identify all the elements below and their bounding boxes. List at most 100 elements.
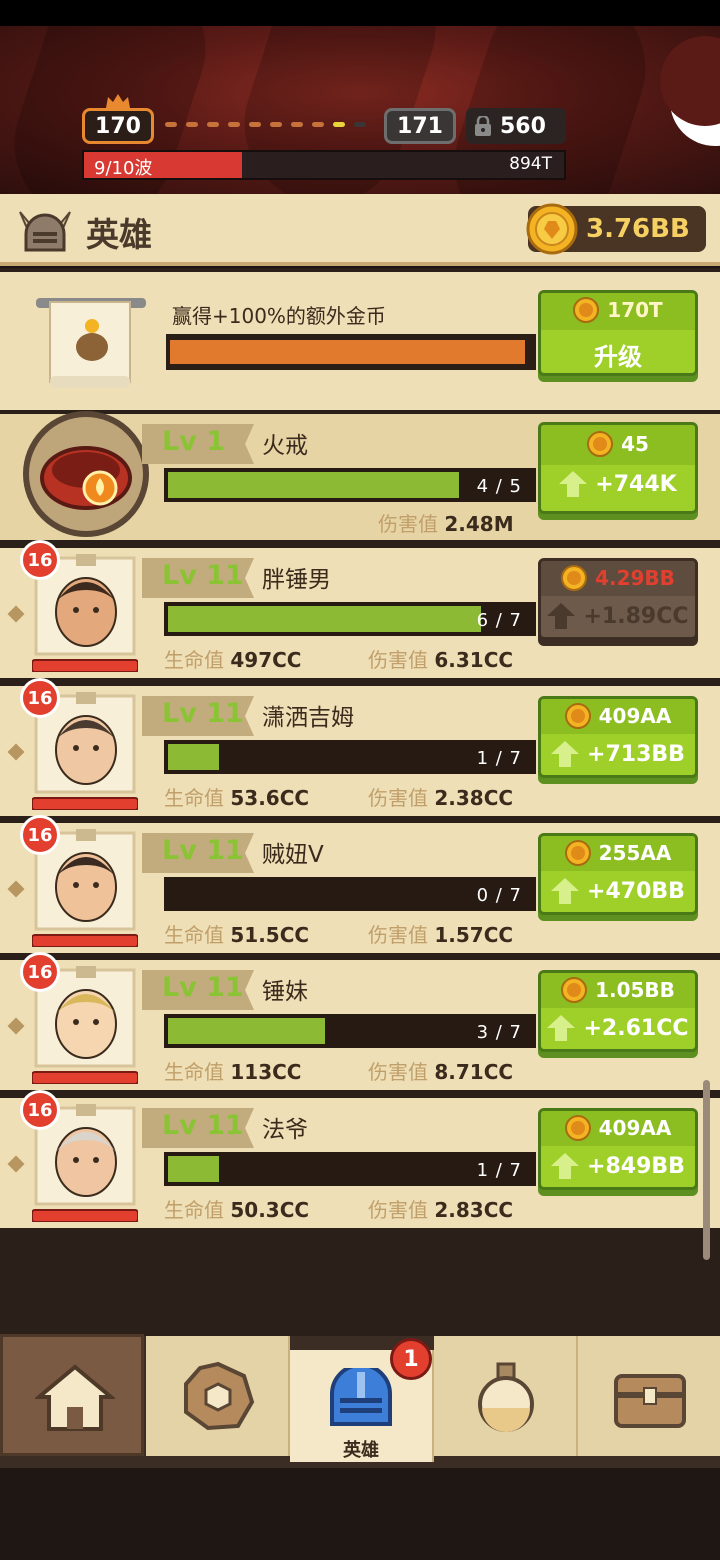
row-marker (7, 605, 25, 623)
list-scrollbar[interactable] (703, 1080, 710, 1260)
nav-heroes[interactable]: 英雄 1 (290, 1338, 434, 1462)
arrow-up-icon (547, 603, 576, 629)
hero-progress-fill (168, 1018, 325, 1044)
hero-progress-fill (168, 744, 219, 770)
hero-level: 11 (206, 1110, 244, 1141)
coin-icon (573, 297, 600, 323)
gold-bonus-row: 赢得+100%的额外金币 170T 升级 (0, 272, 720, 410)
hero-progress-text: 3 / 7 (476, 1022, 522, 1043)
bonus-title: 赢得+100%的额外金币 (172, 304, 386, 328)
arrow-up-icon (547, 1015, 576, 1041)
nav-heroes-label: 英雄 (343, 1440, 379, 1461)
hp-label: 生命值 (164, 923, 224, 947)
hero-damage: 2.38CC (434, 786, 514, 810)
hp-label: 生命值 (164, 1060, 224, 1084)
current-level-value: 170 (95, 113, 141, 139)
coin-icon (564, 703, 591, 729)
hero-progress-fill (168, 1156, 219, 1182)
home-icon (35, 1364, 115, 1431)
hero-upgrade-button[interactable]: 255AA +470BB (538, 833, 698, 915)
hero-row[interactable]: 16 Lv 11 法爷 1 / 7 生命值 50.3CC 伤害值 2.83CC 409AA +… (0, 1090, 720, 1228)
equipment-upgrade-button[interactable]: 45 +744K (538, 422, 698, 514)
hero-level: 11 (206, 560, 244, 591)
coin-icon (587, 431, 614, 457)
equipment-gain: +744K (595, 471, 677, 497)
nav-gear[interactable] (146, 1336, 290, 1456)
nav-chest[interactable] (578, 1336, 720, 1456)
stage-progress-dots (165, 122, 366, 127)
hero-upgrade-cost: 255AA (598, 841, 672, 865)
level-prefix: Lv (162, 835, 197, 866)
hero-level: 11 (206, 698, 244, 729)
hero-hp: 51.5CC (230, 923, 310, 947)
row-marker (7, 1017, 25, 1035)
hero-hp: 113CC (230, 1060, 302, 1084)
arrow-up-icon (551, 741, 580, 767)
hero-name: 胖锤男 (262, 567, 331, 593)
hp-label: 生命值 (164, 786, 224, 810)
hero-upgrade-button[interactable]: 409AA +713BB (538, 696, 698, 778)
row-marker (7, 743, 25, 761)
hero-progress-bar: 1 / 7 (164, 740, 536, 774)
locked-level-box[interactable]: 560 (466, 108, 566, 144)
hero-rank-badge: 16 (20, 540, 60, 580)
hero-name: 锤妹 (262, 979, 308, 1005)
hero-progress-fill (168, 606, 481, 632)
bottom-nav: 英雄 1 (0, 1334, 720, 1468)
hero-damage: 1.57CC (434, 923, 514, 947)
gear-icon (184, 1362, 255, 1431)
hero-upgrade-button[interactable]: 409AA +849BB (538, 1108, 698, 1190)
damage-label: 伤害值 (368, 786, 428, 810)
hero-upgrade-button[interactable]: 1.05BB +2.61CC (538, 970, 698, 1052)
hero-row[interactable]: 16 Lv 11 贼妞V 0 / 7 生命值 51.5CC 伤害值 1.57CC 255AA… (0, 815, 720, 953)
hero-row[interactable]: 16 Lv 11 潇洒吉姆 1 / 7 生命值 53.6CC 伤害值 2.38CC 409A… (0, 678, 720, 816)
damage-label: 伤害值 (378, 512, 438, 536)
next-level-box[interactable]: 171 (384, 108, 456, 144)
arrow-up-icon (551, 878, 580, 904)
damage-label: 伤害值 (368, 1060, 428, 1084)
hero-upgrade-cost: 1.05BB (595, 978, 675, 1002)
hero-progress-text: 1 / 7 (476, 1160, 522, 1181)
hero-damage: 8.71CC (434, 1060, 514, 1084)
hero-upgrade-cost: 409AA (598, 1116, 672, 1140)
bonus-progress-bar (166, 334, 536, 370)
hero-progress-bar: 3 / 7 (164, 1014, 536, 1048)
hero-name: 贼妞V (262, 842, 324, 868)
hero-hp: 497CC (230, 648, 302, 672)
hero-upgrade-gain: +2.61CC (583, 1015, 689, 1041)
bonus-progress-fill (170, 340, 525, 364)
hero-rank-badge: 16 (20, 678, 60, 718)
nav-potion[interactable] (434, 1336, 578, 1456)
hero-row[interactable]: 16 Lv 11 锤妹 3 / 7 生命值 113CC 伤害值 8.71CC 1.05BB +… (0, 952, 720, 1090)
hero-hp: 50.3CC (230, 1198, 310, 1222)
helmet-icon (330, 1368, 392, 1426)
nav-home[interactable] (0, 1334, 144, 1456)
level-prefix: Lv (162, 698, 197, 729)
hero-upgrade-cost: 409AA (598, 704, 672, 728)
row-marker (7, 880, 25, 898)
hp-label: 生命值 (164, 648, 224, 672)
level-prefix: Lv (162, 426, 197, 457)
equipment-cost: 45 (621, 432, 649, 456)
hero-name: 法爷 (262, 1117, 308, 1143)
hero-upgrade-gain: +470BB (587, 878, 685, 904)
arrow-up-icon (559, 471, 588, 497)
hero-progress-text: 6 / 7 (476, 610, 522, 631)
damage-label: 伤害值 (368, 648, 428, 672)
hero-hp: 53.6CC (230, 786, 310, 810)
hero-rank-badge: 16 (20, 1090, 60, 1130)
nav-heroes-badge: 1 (390, 1338, 432, 1380)
equipment-level: 1 (206, 426, 226, 457)
hero-row[interactable]: 16 Lv 11 胖锤男 6 / 7 生命值 497CC 伤害值 6.31CC 4.29BB… (0, 540, 720, 678)
current-level-box[interactable]: 170 (82, 108, 154, 144)
level-prefix: Lv (162, 560, 197, 591)
equipment-row[interactable]: Lv 1 火戒 4 / 5 伤害值 2.48M 45 +744K (0, 411, 720, 540)
next-level-value: 171 (397, 113, 443, 139)
hero-level: 11 (206, 835, 244, 866)
chest-icon (614, 1374, 686, 1428)
bonus-upgrade-button[interactable]: 170T 升级 (538, 290, 698, 376)
wave-label: 9/10波 (94, 158, 153, 179)
gold-balance[interactable]: 3.76BB (526, 203, 706, 255)
bonus-cost: 170T (607, 298, 663, 322)
hero-upgrade-button[interactable]: 4.29BB +1.89CC (538, 558, 698, 640)
